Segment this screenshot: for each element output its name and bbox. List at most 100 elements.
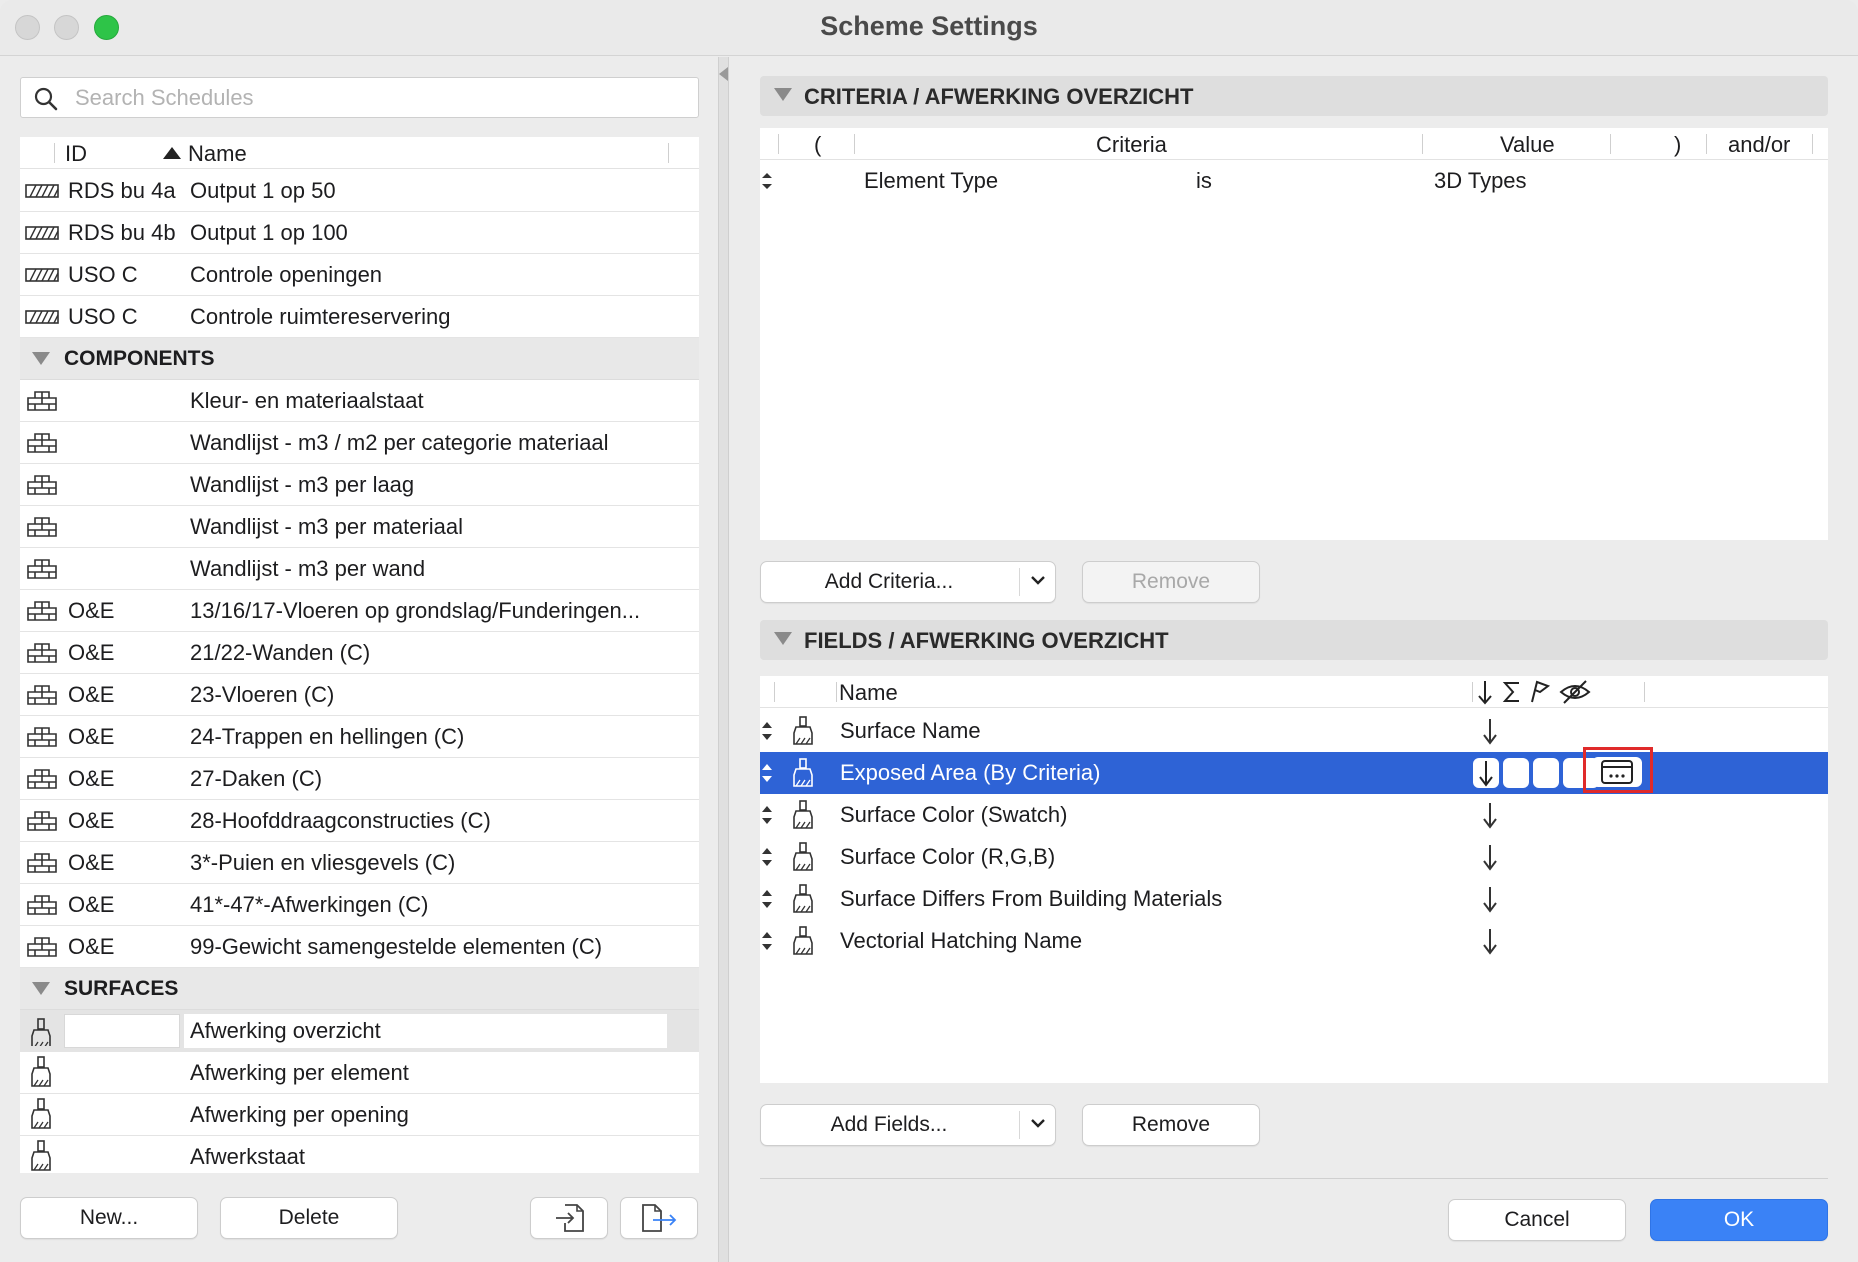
- field-name: Surface Color (Swatch): [840, 802, 1068, 827]
- group-label: SURFACES: [64, 977, 179, 1000]
- list-item-id: O&E: [68, 598, 115, 623]
- sort-cell[interactable]: [1473, 758, 1499, 788]
- id-edit-field[interactable]: [64, 1014, 180, 1048]
- add-criteria-button[interactable]: Add Criteria...: [760, 561, 1056, 603]
- list-item-id: O&E: [68, 850, 115, 875]
- reorder-handle-icon[interactable]: [760, 170, 774, 192]
- remove-criteria-button[interactable]: Remove: [1082, 561, 1260, 603]
- fields-section-header[interactable]: FIELDS / AFWERKING OVERZICHT: [760, 620, 1828, 660]
- schedule-list-panel: ID Name RDS bu 4a Output 1 op 50 RDS bu …: [0, 57, 718, 1262]
- flag-cell[interactable]: [1533, 758, 1559, 788]
- list-item[interactable]: Wandlijst - m3 per wand: [20, 548, 699, 590]
- chevron-down-icon: [1031, 576, 1045, 585]
- criteria-row[interactable]: Element Type is 3D Types: [760, 162, 1828, 198]
- list-item[interactable]: O&E 27-Daken (C): [20, 758, 699, 800]
- remove-fields-button[interactable]: Remove: [1082, 1104, 1260, 1146]
- reorder-handle-icon[interactable]: [760, 844, 774, 870]
- list-item-name: 13/16/17-Vloeren op grondslag/Funderinge…: [190, 598, 641, 623]
- list-item[interactable]: RDS bu 4b Output 1 op 100: [20, 212, 699, 254]
- add-fields-button[interactable]: Add Fields...: [760, 1104, 1056, 1146]
- search-input[interactable]: [75, 83, 675, 113]
- column-header-id[interactable]: ID: [65, 141, 87, 167]
- panel-splitter[interactable]: [718, 57, 729, 1262]
- export-button[interactable]: [620, 1197, 698, 1239]
- sort-down-arrow-icon[interactable]: [1480, 800, 1500, 830]
- add-fields-dropdown[interactable]: [1019, 1111, 1055, 1139]
- criteria-field[interactable]: Element Type: [864, 168, 998, 194]
- list-item-name: Output 1 op 50: [190, 178, 336, 203]
- field-row[interactable]: Surface Name: [760, 710, 1828, 752]
- list-item-name: 99-Gewicht samengestelde elementen (C): [190, 934, 603, 959]
- reorder-handle-icon[interactable]: [760, 886, 774, 912]
- field-row[interactable]: Surface Color (Swatch): [760, 794, 1828, 836]
- new-button[interactable]: New...: [20, 1197, 198, 1239]
- list-item[interactable]: USO C Controle ruimtereservering: [20, 296, 699, 338]
- list-item[interactable]: USO C Controle openingen: [20, 254, 699, 296]
- search-box[interactable]: [20, 77, 699, 118]
- sort-down-arrow-icon[interactable]: [1480, 926, 1500, 956]
- sort-down-arrow-icon[interactable]: [1480, 716, 1500, 746]
- reorder-handle-icon[interactable]: [760, 928, 774, 954]
- reorder-handle-icon[interactable]: [760, 718, 774, 744]
- schedule-list: ID Name RDS bu 4a Output 1 op 50 RDS bu …: [20, 137, 699, 1173]
- disclosure-triangle-icon[interactable]: [774, 88, 792, 101]
- list-item[interactable]: O&E 41*-47*-Afwerkingen (C): [20, 884, 699, 926]
- reorder-handle-icon[interactable]: [760, 760, 774, 786]
- surface-brush-icon: [31, 1140, 51, 1171]
- sort-down-arrow-icon[interactable]: [1480, 884, 1500, 914]
- field-row[interactable]: Surface Color (R,G,B): [760, 836, 1828, 878]
- field-row-selected[interactable]: Exposed Area (By Criteria): [760, 747, 1828, 794]
- sort-down-arrow-icon[interactable]: [1480, 842, 1500, 872]
- list-item[interactable]: O&E 13/16/17-Vloeren op grondslag/Funderi…: [20, 590, 699, 632]
- surface-brush-icon: [793, 800, 813, 829]
- hidden-eye-icon[interactable]: [1558, 678, 1592, 706]
- list-item-id: USO C: [68, 262, 138, 287]
- list-item[interactable]: RDS bu 4a Output 1 op 50: [20, 170, 699, 212]
- import-button[interactable]: [530, 1197, 608, 1239]
- flag-column-icon[interactable]: [1528, 678, 1552, 706]
- cancel-button[interactable]: Cancel: [1448, 1199, 1626, 1241]
- criteria-section-header[interactable]: CRITERIA / AFWERKING OVERZICHT: [760, 76, 1828, 116]
- list-item[interactable]: O&E 21/22-Wanden (C): [20, 632, 699, 674]
- component-icon: [27, 811, 57, 831]
- list-item[interactable]: Wandlijst - m3 per materiaal: [20, 506, 699, 548]
- group-header-surfaces[interactable]: SURFACES: [20, 968, 699, 1010]
- list-item[interactable]: Wandlijst - m3 per laag: [20, 464, 699, 506]
- group-header-components[interactable]: COMPONENTS: [20, 338, 699, 380]
- disclosure-triangle-icon[interactable]: [774, 632, 792, 645]
- component-icon: [27, 475, 57, 495]
- list-item[interactable]: Afwerking per element: [20, 1052, 699, 1094]
- list-item-name: 28-Hoofddraagconstructies (C): [190, 808, 491, 833]
- fields-table-header: Name: [760, 676, 1828, 708]
- list-item-id: O&E: [68, 724, 115, 749]
- list-item[interactable]: O&E 23-Vloeren (C): [20, 674, 699, 716]
- reorder-handle-icon[interactable]: [760, 802, 774, 828]
- ok-button[interactable]: OK: [1650, 1199, 1828, 1241]
- field-row[interactable]: Surface Differs From Building Materials: [760, 878, 1828, 920]
- list-item-selected[interactable]: Afwerking overzicht: [20, 1010, 699, 1052]
- list-item[interactable]: O&E 28-Hoofddraagconstructies (C): [20, 800, 699, 842]
- disclosure-triangle-icon[interactable]: [32, 982, 50, 995]
- column-header-name[interactable]: Name: [188, 141, 247, 167]
- criteria-table: ( Criteria Value ) and/or Element Type i…: [760, 128, 1828, 540]
- sum-cell[interactable]: [1503, 758, 1529, 788]
- list-item[interactable]: Wandlijst - m3 / m2 per categorie materi…: [20, 422, 699, 464]
- field-name: Surface Differs From Building Materials: [840, 886, 1223, 911]
- delete-button[interactable]: Delete: [220, 1197, 398, 1239]
- list-item-name: Wandlijst - m3 / m2 per categorie materi…: [190, 430, 609, 455]
- list-item[interactable]: O&E 3*-Puien en vliesgevels (C): [20, 842, 699, 884]
- list-item-name: 41*-47*-Afwerkingen (C): [190, 892, 429, 917]
- list-item[interactable]: Afwerkstaat: [20, 1136, 699, 1173]
- sum-column-icon[interactable]: [1501, 678, 1523, 706]
- criteria-value[interactable]: 3D Types: [1434, 168, 1527, 194]
- collapse-arrow-icon[interactable]: [719, 67, 728, 81]
- criteria-operator[interactable]: is: [1196, 168, 1212, 194]
- list-item[interactable]: Kleur- en materiaalstaat: [20, 380, 699, 422]
- add-criteria-dropdown[interactable]: [1019, 568, 1055, 596]
- list-item[interactable]: Afwerking per opening: [20, 1094, 699, 1136]
- list-item[interactable]: O&E 99-Gewicht samengestelde elementen (C…: [20, 926, 699, 968]
- disclosure-triangle-icon[interactable]: [32, 352, 50, 365]
- field-row[interactable]: Vectorial Hatching Name: [760, 920, 1828, 962]
- sort-column-icon[interactable]: [1475, 678, 1495, 706]
- list-item[interactable]: O&E 24-Trappen en hellingen (C): [20, 716, 699, 758]
